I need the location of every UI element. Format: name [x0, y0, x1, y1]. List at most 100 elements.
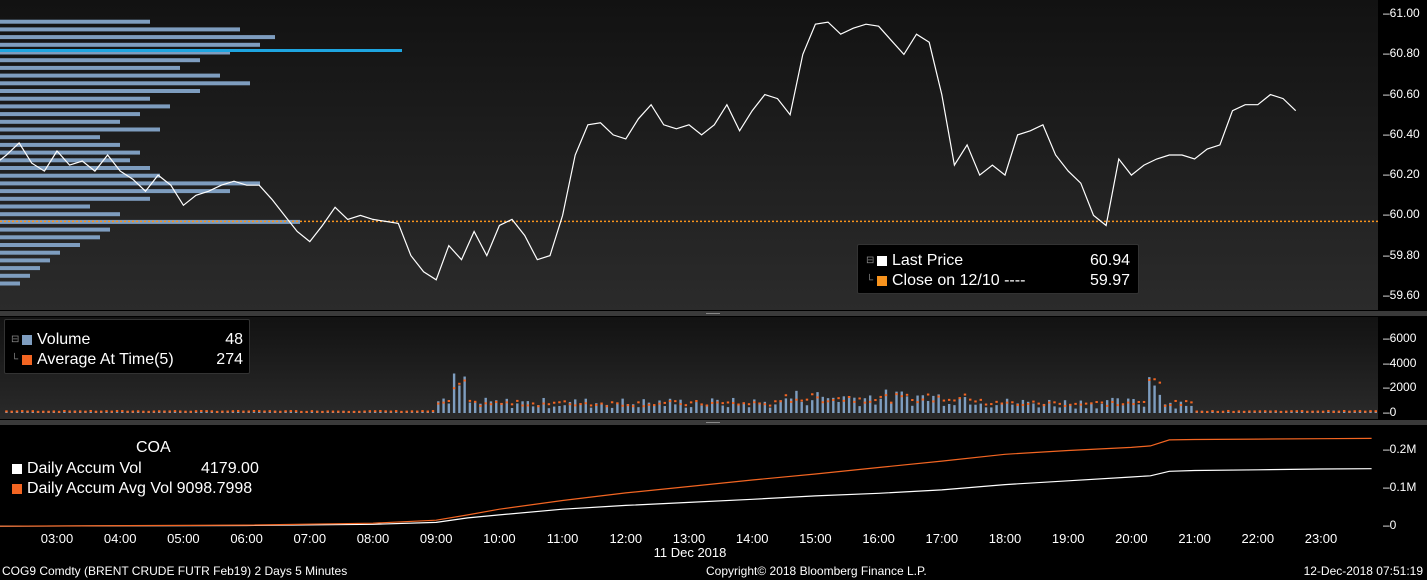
- volume-profile-bar: [0, 89, 200, 93]
- volume-bar: [689, 407, 693, 413]
- avg-time-mark: [921, 398, 925, 401]
- avg-time-mark: [342, 410, 345, 413]
- avg-time-mark: [784, 394, 788, 397]
- volume-bar: [1153, 385, 1156, 413]
- volume-bar: [684, 407, 688, 413]
- avg-time-mark: [231, 410, 235, 413]
- volume-profile-bar: [0, 96, 150, 101]
- volume-bar: [879, 398, 882, 413]
- volume-bar: [442, 398, 445, 413]
- avg-time-mark: [521, 404, 524, 407]
- avg-time-mark: [884, 394, 888, 397]
- avg-time-mark: [284, 410, 287, 413]
- profile-highlight-bar: [0, 49, 402, 52]
- volume-profile-bar: [0, 135, 100, 140]
- avg-time-mark: [1058, 402, 1061, 405]
- avg-time-mark: [600, 402, 603, 405]
- avg-time-mark: [100, 410, 103, 413]
- avg-time-mark: [73, 410, 77, 413]
- avg-time-mark: [726, 401, 730, 404]
- avg-time-mark: [200, 410, 203, 413]
- avg-time-mark: [489, 403, 493, 406]
- volume-bar: [610, 407, 614, 413]
- avg-time-mark: [937, 395, 940, 398]
- volume-bar: [115, 412, 119, 413]
- avg-time-mark: [1211, 410, 1214, 413]
- avg-time-mark: [89, 409, 92, 412]
- avg-time-mark: [152, 410, 156, 413]
- avg-time-mark: [463, 379, 466, 382]
- avg-time-mark: [189, 410, 192, 413]
- avg-time-mark: [563, 400, 566, 403]
- volume-bar: [558, 406, 561, 413]
- volume-bar: [863, 398, 867, 413]
- volume-bar: [563, 405, 566, 413]
- avg-time-mark: [315, 410, 319, 413]
- last-price-value: 60.94: [1089, 252, 1130, 269]
- avg-time-mark: [742, 402, 745, 405]
- volume-bar: [874, 404, 877, 413]
- avg-time-mark: [795, 398, 798, 401]
- x-axis: 11 Dec 2018 03:00 04:00 05:00 06:00 07:00 08:…: [0, 530, 1427, 562]
- avg-time-mark: [621, 404, 624, 407]
- volume-bar: [979, 403, 982, 413]
- volume-bar: [963, 397, 967, 413]
- avg-time-mark: [1053, 401, 1056, 404]
- volume-bar: [584, 398, 587, 413]
- avg-time-mark: [990, 403, 993, 406]
- volume-bar: [921, 395, 925, 413]
- avg-time-mark: [1142, 400, 1146, 403]
- last-price-swatch: [877, 256, 887, 266]
- volume-bar: [658, 400, 661, 413]
- volume-bar: [674, 404, 677, 413]
- avg-time-mark: [1364, 410, 1367, 413]
- avg-time-mark: [558, 401, 561, 404]
- avg-time-mark: [242, 410, 245, 413]
- volume-bar: [458, 385, 461, 413]
- volume-bar: [816, 392, 819, 413]
- y-tick-label: –60.80: [1383, 46, 1420, 61]
- avg-time-mark: [326, 410, 329, 413]
- avg-time-mark: [737, 403, 740, 406]
- volume-bar: [721, 405, 724, 413]
- avg-time-mark: [547, 403, 551, 406]
- volume-bar: [1132, 398, 1135, 413]
- tree-collapse-icon[interactable]: ⊟: [11, 335, 19, 345]
- avg-time-mark: [531, 402, 535, 405]
- volume-bar: [542, 397, 545, 413]
- price-panel: ⊟ Last Price 60.94 └ Close on 12/10 ---- 59.…: [0, 0, 1378, 310]
- avg-time-mark: [684, 404, 688, 407]
- tree-collapse-icon[interactable]: ⊟: [866, 256, 874, 266]
- avg-time-mark: [168, 410, 171, 413]
- close-value: 59.97: [1089, 272, 1130, 289]
- close-label: Close on 12/10 ----: [892, 272, 1026, 289]
- panel-divider[interactable]: [0, 311, 1427, 316]
- price-chart[interactable]: [0, 0, 1378, 310]
- avg-time-value: 274: [216, 351, 243, 368]
- volume-bar: [821, 396, 824, 413]
- avg-time-mark: [1084, 402, 1088, 405]
- volume-bar: [990, 407, 993, 413]
- avg-time-mark: [1100, 401, 1104, 404]
- x-tick-label: 05:00: [167, 531, 200, 546]
- avg-time-mark: [947, 398, 951, 401]
- avg-time-mark: [1285, 410, 1288, 413]
- avg-time-mark: [273, 410, 277, 413]
- avg-time-mark: [753, 401, 756, 404]
- avg-time-mark: [279, 410, 282, 413]
- volume-bar: [1074, 408, 1077, 413]
- avg-time-mark: [458, 382, 461, 385]
- avg-time-mark: [294, 410, 298, 413]
- avg-time-mark: [416, 410, 419, 413]
- avg-time-mark: [974, 400, 977, 403]
- volume-bar: [900, 391, 903, 413]
- panel-divider[interactable]: [0, 420, 1427, 425]
- avg-time-mark: [1026, 402, 1030, 405]
- volume-bar: [1084, 408, 1088, 413]
- volume-profile-bar: [0, 204, 90, 209]
- volume-bar: [710, 398, 714, 413]
- avg-time-mark: [305, 410, 308, 413]
- volume-profile-bar: [0, 112, 140, 117]
- avg-time-mark: [252, 409, 256, 412]
- avg-time-mark: [78, 410, 82, 413]
